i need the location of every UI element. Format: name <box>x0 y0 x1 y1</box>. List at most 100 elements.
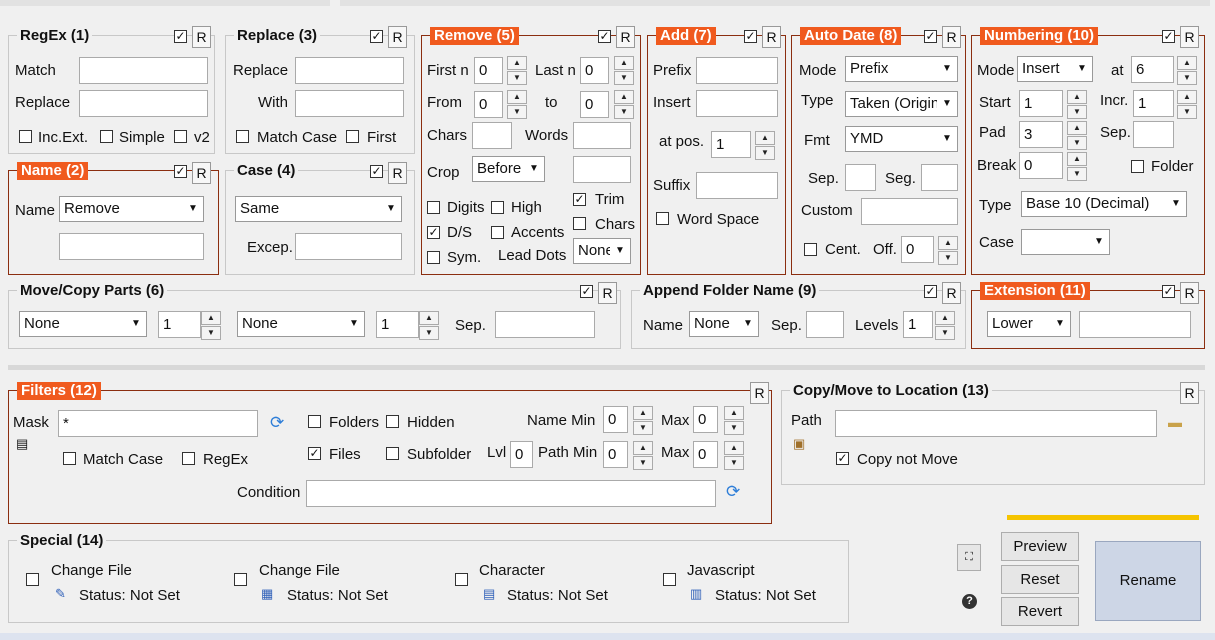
add-enable-checkbox[interactable]: ✓ <box>744 30 757 43</box>
movecopy-reset-button[interactable]: R <box>598 282 617 304</box>
add-reset-button[interactable]: R <box>762 26 781 48</box>
remove-sym-checkbox[interactable] <box>427 251 440 264</box>
numbering-break-input[interactable]: 0 <box>1019 152 1063 179</box>
filters-reset-button[interactable]: R <box>750 382 769 404</box>
name-reset-button[interactable]: R <box>192 162 211 184</box>
filters-regex-checkbox[interactable] <box>182 452 195 465</box>
replace-matchcase-checkbox[interactable] <box>236 130 249 143</box>
autodate-seg-input[interactable] <box>921 164 958 191</box>
remove-to-input[interactable]: 0 <box>580 91 609 118</box>
movecopy-num2-spinner[interactable]: ▲ ▼ <box>419 311 439 340</box>
remove-chars2-checkbox[interactable] <box>573 217 586 230</box>
remove-lastn-spinner[interactable]: ▲ ▼ <box>614 56 634 85</box>
filters-folders-checkbox[interactable] <box>308 415 321 428</box>
numbering-incr-input[interactable]: 1 <box>1133 90 1174 117</box>
special-character-checkbox[interactable] <box>455 573 468 586</box>
filters-pathmin-spinner[interactable]: ▲ ▼ <box>633 441 653 470</box>
movecopy-num1-input[interactable]: 1 <box>158 311 201 338</box>
autodate-reset-button[interactable]: R <box>942 26 961 48</box>
filters-subfolder-checkbox[interactable] <box>386 447 399 460</box>
remove-words-input[interactable] <box>573 122 631 149</box>
remove-leaddots-select[interactable]: None ▼ <box>573 238 631 264</box>
remove-trim-checkbox[interactable]: ✓ <box>573 193 586 206</box>
numbering-incr-spinner[interactable]: ▲ ▼ <box>1177 90 1197 119</box>
filters-hidden-checkbox[interactable] <box>386 415 399 428</box>
filters-namemin-input[interactable]: 0 <box>603 406 628 433</box>
replace-with-input[interactable] <box>295 90 404 117</box>
replace-replace-input[interactable] <box>295 57 404 84</box>
numbering-pad-input[interactable]: 3 <box>1019 121 1063 148</box>
filters-lvl-input[interactable]: 0 <box>510 441 533 468</box>
numbering-case-select[interactable]: ▼ <box>1021 229 1110 255</box>
numbering-reset-button[interactable]: R <box>1180 26 1199 48</box>
autodate-off-input[interactable]: 0 <box>901 236 934 263</box>
case-enable-checkbox[interactable]: ✓ <box>370 165 383 178</box>
rename-button[interactable]: Rename <box>1095 541 1201 621</box>
name-input[interactable] <box>59 233 204 260</box>
add-atpos-spinner[interactable]: ▲ ▼ <box>755 131 775 160</box>
add-prefix-input[interactable] <box>696 57 778 84</box>
movecopy-num1-spinner[interactable]: ▲ ▼ <box>201 311 221 340</box>
filters-matchcase-checkbox[interactable] <box>63 452 76 465</box>
name-enable-checkbox[interactable]: ✓ <box>174 165 187 178</box>
filters-pathmin-input[interactable]: 0 <box>603 441 628 468</box>
movecopy-sep-input[interactable] <box>495 311 595 338</box>
numbering-mode-select[interactable]: Insert ▼ <box>1017 56 1093 82</box>
preview-button[interactable]: Preview <box>1001 532 1079 561</box>
regex-match-input[interactable] <box>79 57 208 84</box>
filters-max2-spinner[interactable]: ▲ ▼ <box>724 441 744 470</box>
remove-to-spinner[interactable]: ▲ ▼ <box>614 90 634 119</box>
add-atpos-input[interactable]: 1 <box>711 131 751 158</box>
autodate-type-select[interactable]: Taken (Origin ▼ <box>845 91 958 117</box>
filters-max2-input[interactable]: 0 <box>693 441 718 468</box>
copymove-path-input[interactable] <box>835 410 1157 437</box>
remove-reset-button[interactable]: R <box>616 26 635 48</box>
regex-v2-checkbox[interactable] <box>174 130 187 143</box>
numbering-break-spinner[interactable]: ▲ ▼ <box>1067 152 1087 181</box>
filters-condition-input[interactable] <box>306 480 716 507</box>
special-changefile2-checkbox[interactable] <box>234 573 247 586</box>
remove-from-input[interactable]: 0 <box>474 91 503 118</box>
remove-high-checkbox[interactable] <box>491 201 504 214</box>
filters-max-input[interactable]: 0 <box>693 406 718 433</box>
autodate-off-spinner[interactable]: ▲ ▼ <box>938 236 958 265</box>
copymove-copynotmove-checkbox[interactable]: ✓ <box>836 452 849 465</box>
movecopy-sel2[interactable]: None ▼ <box>237 311 365 337</box>
remove-chars-input[interactable] <box>472 122 512 149</box>
extension-enable-checkbox[interactable]: ✓ <box>1162 285 1175 298</box>
case-reset-button[interactable]: R <box>388 162 407 184</box>
numbering-at-input[interactable]: 6 <box>1131 56 1174 83</box>
remove-firstn-input[interactable]: 0 <box>474 57 503 84</box>
autodate-custom-input[interactable] <box>861 198 958 225</box>
filters-mask-input[interactable]: * <box>58 410 258 437</box>
case-select[interactable]: Same ▼ <box>235 196 402 222</box>
folder-icon[interactable]: ▬ <box>1168 414 1182 430</box>
numbering-enable-checkbox[interactable]: ✓ <box>1162 30 1175 43</box>
numbering-at-spinner[interactable]: ▲ ▼ <box>1177 56 1197 85</box>
appendfolder-enable-checkbox[interactable]: ✓ <box>924 285 937 298</box>
appendfolder-levels-spinner[interactable]: ▲ ▼ <box>935 311 955 340</box>
numbering-sep-input[interactable] <box>1133 121 1174 148</box>
autodate-cent-checkbox[interactable] <box>804 243 817 256</box>
replace-reset-button[interactable]: R <box>388 26 407 48</box>
remove-crop-select[interactable]: Before ▼ <box>472 156 545 182</box>
extension-input[interactable] <box>1079 311 1191 338</box>
filters-max-spinner[interactable]: ▲ ▼ <box>724 406 744 435</box>
add-wordspace-checkbox[interactable] <box>656 212 669 225</box>
numbering-pad-spinner[interactable]: ▲ ▼ <box>1067 121 1087 150</box>
paste-icon[interactable]: ▣ <box>793 436 805 452</box>
extension-reset-button[interactable]: R <box>1180 282 1199 304</box>
remove-firstn-spinner[interactable]: ▲ ▼ <box>507 56 527 85</box>
filter-menu-icon[interactable]: ▤ <box>16 436 28 452</box>
special-changefile1-checkbox[interactable] <box>26 573 39 586</box>
autodate-sep-input[interactable] <box>845 164 876 191</box>
remove-accents-checkbox[interactable] <box>491 226 504 239</box>
replace-first-checkbox[interactable] <box>346 130 359 143</box>
filters-namemin-spinner[interactable]: ▲ ▼ <box>633 406 653 435</box>
autodate-mode-select[interactable]: Prefix ▼ <box>845 56 958 82</box>
remove-crop-input[interactable] <box>573 156 631 183</box>
movecopy-num2-input[interactable]: 1 <box>376 311 419 338</box>
appendfolder-name-select[interactable]: None ▼ <box>689 311 759 337</box>
regex-replace-input[interactable] <box>79 90 208 117</box>
name-select[interactable]: Remove ▼ <box>59 196 204 222</box>
